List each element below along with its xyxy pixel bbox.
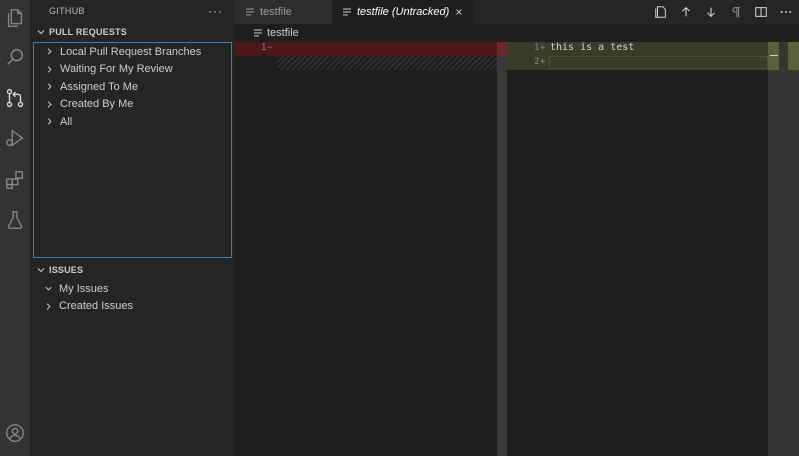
tree-item-label: My Issues bbox=[59, 282, 109, 295]
editor-tabs: testfile testfile (Untracked) × bbox=[235, 0, 799, 24]
more-actions-icon[interactable]: ··· bbox=[208, 4, 223, 18]
run-debug-icon[interactable] bbox=[3, 126, 27, 150]
chevron-right-icon bbox=[47, 48, 52, 55]
removed-line-highlight bbox=[235, 42, 497, 56]
scrollbar-thumb[interactable] bbox=[768, 42, 799, 456]
chevron-right-icon bbox=[47, 101, 52, 108]
pull-requests-section-header[interactable]: PULL REQUESTS bbox=[30, 22, 235, 42]
section-title: PULL REQUESTS bbox=[49, 27, 127, 37]
tree-item-label: Waiting For My Review bbox=[60, 63, 173, 76]
issues-section-header[interactable]: ISSUES bbox=[30, 260, 235, 280]
arrow-up-icon[interactable] bbox=[679, 5, 693, 19]
tab-label: testfile (Untracked) bbox=[357, 6, 450, 18]
line-number: 1 bbox=[261, 43, 267, 53]
testing-icon[interactable] bbox=[3, 208, 27, 232]
tree-item-local-pr-branches[interactable]: Local Pull Request Branches bbox=[34, 43, 231, 61]
tree-item-all[interactable]: All bbox=[34, 113, 231, 131]
file-lines-icon bbox=[343, 8, 351, 16]
added-line-highlight bbox=[507, 42, 768, 56]
arrow-down-icon[interactable] bbox=[704, 5, 718, 19]
split-editor-icon[interactable] bbox=[754, 5, 768, 19]
chevron-down-icon bbox=[37, 30, 45, 35]
tab-label: testfile bbox=[260, 6, 292, 18]
tree-item-label: Created By Me bbox=[60, 98, 134, 111]
activity-bar bbox=[0, 0, 30, 456]
section-title: ISSUES bbox=[49, 265, 84, 275]
breadcrumb-file: testfile bbox=[267, 27, 299, 39]
open-changes-icon[interactable] bbox=[654, 5, 668, 19]
diagonal-fill bbox=[277, 56, 497, 70]
file-lines-icon bbox=[246, 8, 254, 16]
diff-modified-pane[interactable]: 1 + this is a test 2 + bbox=[507, 42, 768, 456]
tree-item-label: Assigned To Me bbox=[60, 80, 139, 93]
chevron-right-icon bbox=[47, 83, 52, 90]
more-icon[interactable] bbox=[779, 5, 793, 19]
tree-item-label: Created Issues bbox=[59, 300, 133, 313]
chevron-right-icon bbox=[46, 303, 51, 310]
tree-item-waiting-for-review[interactable]: Waiting For My Review bbox=[34, 61, 231, 79]
chevron-right-icon bbox=[47, 118, 52, 125]
search-icon[interactable] bbox=[3, 45, 27, 69]
overview-added-mark bbox=[788, 42, 799, 70]
added-marker: + bbox=[540, 57, 546, 67]
diff-original-pane[interactable]: 1 − bbox=[235, 42, 497, 456]
tree-item-label: Local Pull Request Branches bbox=[60, 45, 202, 58]
issues-section: ISSUES My Issues Created Issues bbox=[30, 260, 235, 315]
current-line-outline bbox=[549, 56, 768, 69]
added-marker: + bbox=[540, 43, 546, 53]
removed-marker: − bbox=[267, 43, 273, 53]
tree-item-my-issues[interactable]: My Issues bbox=[30, 280, 235, 298]
line-number: 2 bbox=[534, 57, 540, 67]
overview-added-mark bbox=[768, 42, 779, 70]
chevron-down-icon bbox=[37, 268, 45, 273]
sidebar-header: GITHUB ··· bbox=[30, 0, 235, 22]
chevron-right-icon bbox=[47, 66, 52, 73]
editor-actions bbox=[654, 0, 793, 24]
overview-removed-mark bbox=[497, 42, 507, 56]
account-icon[interactable] bbox=[3, 421, 27, 445]
close-icon[interactable]: × bbox=[455, 5, 462, 19]
pull-requests-tree: Local Pull Request Branches Waiting For … bbox=[33, 42, 232, 258]
file-lines-icon bbox=[254, 29, 262, 37]
tab-testfile[interactable]: testfile bbox=[235, 0, 332, 24]
sidebar: GITHUB ··· PULL REQUESTS Local Pull Requ… bbox=[30, 0, 235, 456]
chevron-down-icon bbox=[45, 287, 52, 291]
cursor-position-mark bbox=[770, 55, 778, 56]
line-number: 1 bbox=[534, 43, 540, 53]
tree-item-label: All bbox=[60, 115, 73, 128]
tree-item-created-issues[interactable]: Created Issues bbox=[30, 298, 235, 316]
diff-overview-ruler[interactable] bbox=[497, 42, 507, 456]
explorer-icon[interactable] bbox=[3, 6, 27, 30]
tab-testfile-untracked[interactable]: testfile (Untracked) × bbox=[332, 0, 473, 24]
tree-item-created-by-me[interactable]: Created By Me bbox=[34, 96, 231, 114]
code-line[interactable]: this is a test bbox=[550, 42, 634, 53]
tree-item-assigned-to-me[interactable]: Assigned To Me bbox=[34, 78, 231, 96]
editor-scrollbar[interactable] bbox=[768, 42, 799, 456]
breadcrumb[interactable]: testfile bbox=[235, 24, 799, 42]
sidebar-title: GITHUB bbox=[49, 6, 85, 16]
pilcrow-icon[interactable] bbox=[729, 5, 743, 19]
extensions-icon[interactable] bbox=[3, 168, 27, 192]
vscode-window: GITHUB ··· PULL REQUESTS Local Pull Requ… bbox=[0, 0, 799, 456]
source-control-icon[interactable] bbox=[3, 86, 27, 110]
